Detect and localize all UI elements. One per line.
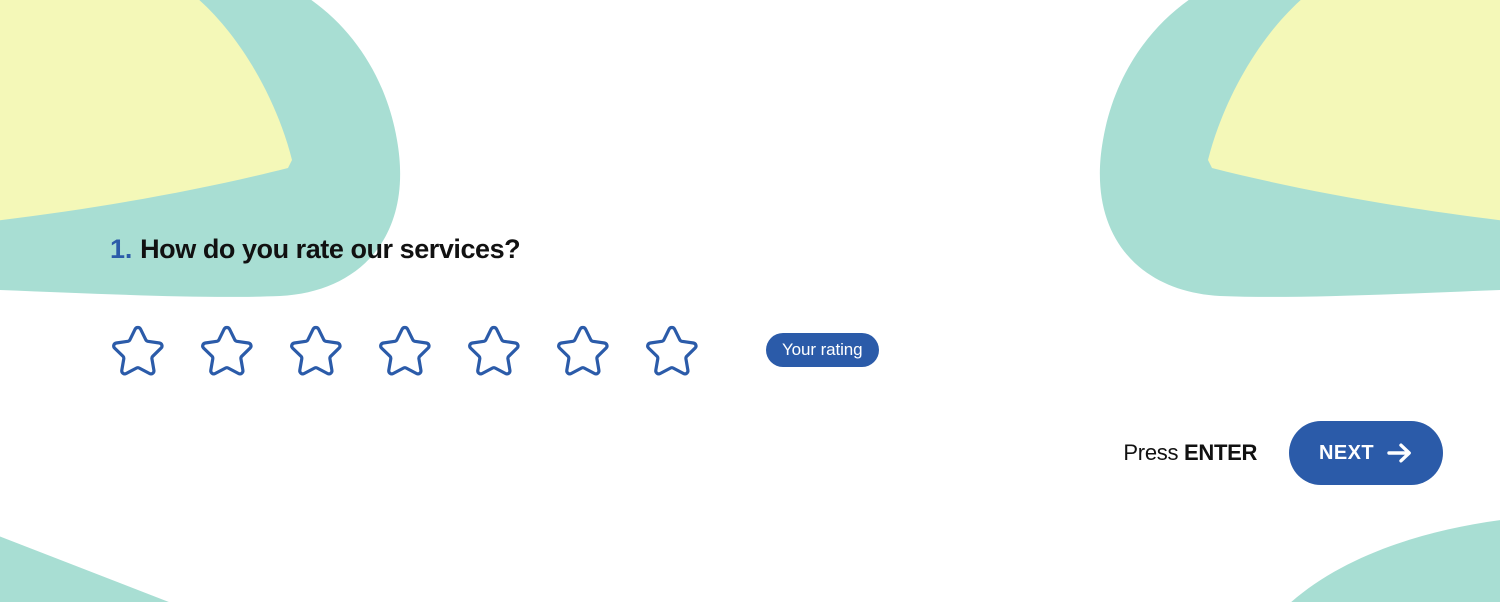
question-block: 1. How do you rate our services? (110, 234, 521, 265)
footer-actions: Press ENTER NEXT (1123, 421, 1443, 485)
enter-key-label: ENTER (1183, 440, 1258, 465)
question-number: 1. (110, 234, 133, 264)
star-icon-3[interactable] (288, 322, 344, 378)
next-button-label: NEXT (1319, 442, 1374, 464)
next-button[interactable]: NEXT (1289, 421, 1443, 485)
your-rating-badge[interactable]: Your rating (766, 333, 879, 367)
star-icon-6[interactable] (555, 322, 611, 378)
star-rating-group: Your rating (110, 322, 879, 378)
star-icon-4[interactable] (377, 322, 433, 378)
star-icon-2[interactable] (199, 322, 255, 378)
arrow-right-icon (1387, 443, 1411, 463)
survey-question-screen: 1. How do you rate our services? Your ra… (0, 0, 1500, 602)
star-icon-7[interactable] (644, 322, 700, 378)
question-title: How do you rate our services? (140, 234, 521, 264)
star-icon-5[interactable] (466, 322, 522, 378)
press-enter-prefix: Press (1123, 440, 1184, 465)
press-enter-hint: Press ENTER (1123, 440, 1257, 466)
content-layer: 1. How do you rate our services? Your ra… (0, 0, 1500, 602)
star-icon-1[interactable] (110, 322, 166, 378)
